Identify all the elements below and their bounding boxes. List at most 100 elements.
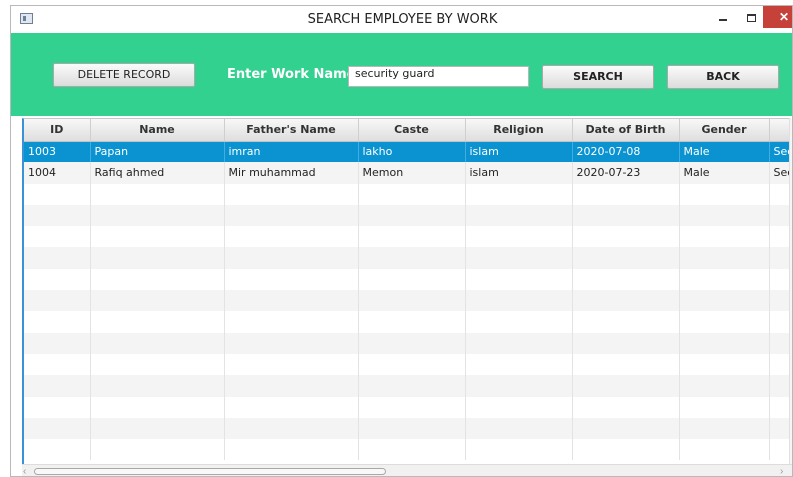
table-cell: [465, 311, 573, 333]
table-cell: [679, 204, 770, 227]
table-row[interactable]: 1004 Rafiq ahmed Mir muhammad Memon islam 202…: [24, 162, 792, 184]
table-row[interactable]: [24, 375, 792, 397]
table-cell: [572, 247, 680, 269]
table-cell: [572, 375, 680, 397]
table-row[interactable]: [24, 226, 792, 248]
table-cell: 2020-07-23: [572, 162, 680, 184]
table-cell: [679, 332, 770, 354]
table-cell: [679, 290, 770, 312]
table-cell: [465, 183, 573, 205]
table-cell: Male: [679, 141, 770, 163]
employee-table: ID Name Father's Name Caste Religion Date of …: [22, 118, 792, 464]
table-cell: [24, 311, 91, 333]
minimize-button[interactable]: [709, 6, 737, 28]
table-cell: [679, 396, 770, 418]
table-cell: [679, 226, 770, 248]
column-header[interactable]: Religion: [465, 119, 573, 142]
search-button[interactable]: SEARCH: [542, 65, 654, 89]
table-cell: [90, 183, 225, 205]
table-cell: [224, 375, 359, 397]
table-cell: [90, 396, 225, 418]
close-button[interactable]: ✕: [763, 6, 792, 28]
table-row[interactable]: [24, 268, 792, 291]
table-cell: [679, 268, 770, 291]
table-cell: [224, 396, 359, 418]
table-row[interactable]: [24, 439, 792, 461]
table-cell: [679, 247, 770, 269]
table-cell: [24, 204, 91, 227]
column-header[interactable]: Caste: [358, 119, 466, 142]
table-row[interactable]: [24, 332, 792, 354]
table-row[interactable]: [24, 183, 792, 205]
table-cell: [465, 226, 573, 248]
work-name-label: Enter Work Name:: [227, 67, 361, 82]
table-cell: Mir muhammad: [224, 162, 359, 184]
table-cell: [572, 396, 680, 418]
table-cell: [572, 311, 680, 333]
table-cell: islam: [465, 141, 573, 163]
table-cell: [24, 353, 91, 376]
table-cell: [572, 417, 680, 440]
table-cell: [465, 247, 573, 269]
table-cell: [90, 353, 225, 376]
title-bar: SEARCH EMPLOYEE BY WORK ✕: [11, 6, 792, 33]
maximize-button[interactable]: [737, 6, 765, 28]
table-cell: [90, 247, 225, 269]
back-button[interactable]: BACK: [667, 65, 779, 89]
table-cell: [465, 204, 573, 227]
table-cell: [90, 204, 225, 227]
table-cell: [679, 353, 770, 376]
scroll-right-icon[interactable]: ›: [780, 465, 783, 476]
column-header[interactable]: Father's Name: [224, 119, 359, 142]
column-header[interactable]: ID: [24, 119, 91, 142]
table-row[interactable]: [24, 311, 792, 333]
horizontal-scroll-thumb[interactable]: [34, 468, 386, 475]
delete-record-button[interactable]: DELETE RECORD: [53, 63, 195, 87]
table-row[interactable]: [24, 247, 792, 269]
table-cell: [572, 439, 680, 461]
table-row[interactable]: [24, 290, 792, 312]
column-header[interactable]: Gender: [679, 119, 770, 142]
table-cell: [224, 226, 359, 248]
table-row[interactable]: [24, 417, 792, 440]
table-cell: [224, 417, 359, 440]
scroll-left-icon[interactable]: ‹: [23, 465, 26, 476]
table-cell: [224, 311, 359, 333]
table-cell: [224, 290, 359, 312]
table-cell: [358, 332, 466, 354]
table-cell: [358, 311, 466, 333]
table-cell: [358, 268, 466, 291]
table-cell: [90, 226, 225, 248]
close-icon: ✕: [778, 10, 790, 24]
search-toolbar: DELETE RECORD Enter Work Name: security …: [11, 33, 792, 116]
table-cell: [90, 268, 225, 291]
employee-table-grid: ID Name Father's Name Caste Religion Date of …: [24, 119, 792, 461]
table-cell: [24, 268, 91, 291]
horizontal-scrollbar[interactable]: ‹ ›: [22, 464, 792, 476]
table-cell: [224, 332, 359, 354]
table-cell: [465, 290, 573, 312]
vertical-scrollbar[interactable]: [789, 118, 792, 464]
table-cell: [465, 417, 573, 440]
column-header[interactable]: Date of Birth: [572, 119, 680, 142]
table-cell: [358, 439, 466, 461]
table-row[interactable]: 1003 Papan imran lakho islam 2020-07-08 Male Se…: [24, 141, 792, 163]
work-name-input[interactable]: security guard: [348, 66, 529, 87]
table-cell: [358, 226, 466, 248]
table-cell: 1003: [24, 141, 91, 163]
table-cell: [24, 290, 91, 312]
table-cell: imran: [224, 141, 359, 163]
table-cell: [24, 332, 91, 354]
table-row[interactable]: [24, 204, 792, 227]
column-header[interactable]: Name: [90, 119, 225, 142]
maximize-icon: [746, 13, 756, 22]
table-row[interactable]: [24, 353, 792, 376]
table-cell: [24, 417, 91, 440]
table-cell: Male: [679, 162, 770, 184]
table-cell: [358, 247, 466, 269]
table-row[interactable]: [24, 396, 792, 418]
table-cell: [679, 439, 770, 461]
table-cell: [24, 183, 91, 205]
table-cell: [90, 439, 225, 461]
work-name-value: security guard: [355, 67, 435, 80]
